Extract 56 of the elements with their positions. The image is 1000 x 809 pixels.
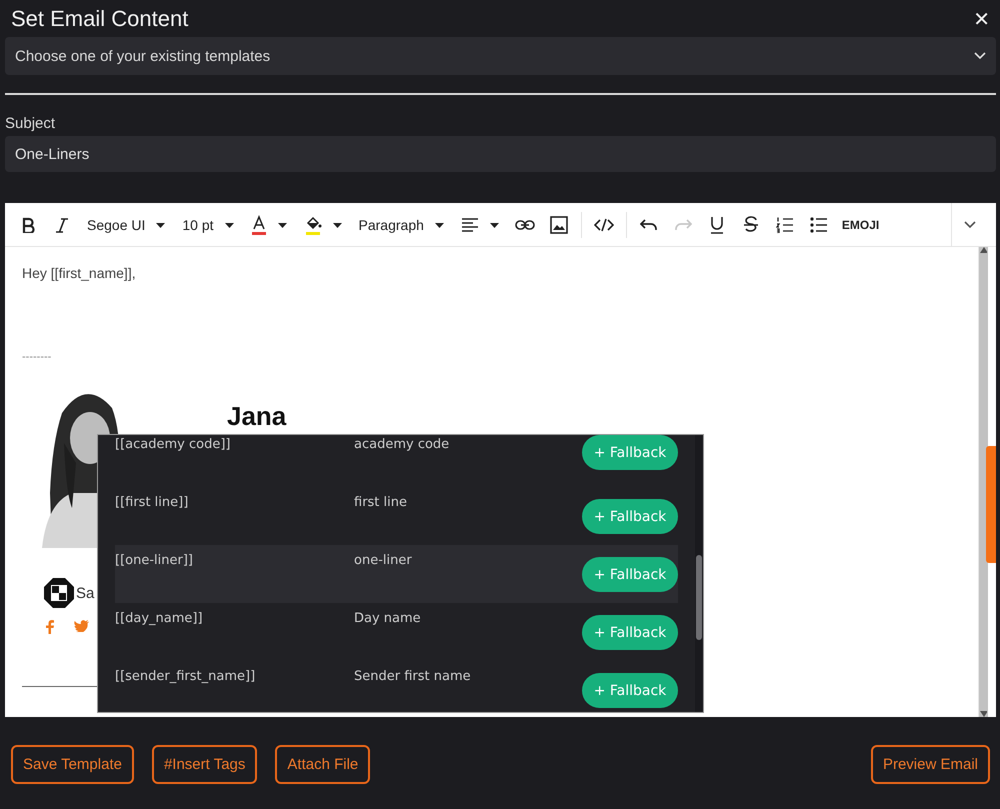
greeting-text: Hey [[first_name]], xyxy=(22,265,137,281)
italic-icon[interactable] xyxy=(55,216,69,232)
emoji-button[interactable]: EMOJI xyxy=(838,208,884,240)
arrow-up-icon[interactable] xyxy=(980,247,987,253)
block-format-select[interactable]: Paragraph xyxy=(352,208,451,240)
separator-text: -------- xyxy=(22,351,52,363)
company-name: Sa xyxy=(76,584,94,602)
signature-name: Jana xyxy=(227,401,286,433)
strikethrough-icon[interactable] xyxy=(742,216,759,234)
select-placeholder: Choose one of your existing templates xyxy=(15,48,270,64)
tag-row[interactable]: [[sender_first_name]] Sender first name + Fallback xyxy=(115,661,678,712)
link-icon[interactable] xyxy=(514,218,535,230)
code-icon[interactable] xyxy=(594,216,614,232)
redo-icon xyxy=(674,218,692,230)
bird-icon[interactable] xyxy=(74,620,89,632)
fill-color-icon[interactable] xyxy=(304,214,322,234)
tag-label: Sender first name xyxy=(354,668,472,684)
tag-label: first line xyxy=(354,494,408,510)
tag-row[interactable]: [[academy code]] academy code + Fallback xyxy=(115,435,678,487)
template-select[interactable]: Choose one of your existing templates xyxy=(5,37,996,75)
scrollbar-thumb[interactable] xyxy=(696,555,702,640)
subject-field[interactable]: One-Liners xyxy=(5,136,996,172)
chevron-down-icon[interactable] xyxy=(964,220,976,228)
field-label: Subject xyxy=(5,115,56,132)
tag-row[interactable]: [[one-liner]] one-liner + Fallback xyxy=(115,545,678,603)
tag-text: [[one-liner]] xyxy=(115,552,194,568)
footer-button[interactable]: Attach File xyxy=(275,745,370,784)
bullet-list-icon[interactable] xyxy=(810,216,828,232)
preview-button[interactable]: Preview Email xyxy=(870,745,990,784)
tag-row[interactable]: [[day_name]] Day name + Fallback xyxy=(115,603,678,661)
arrow-down-icon[interactable] xyxy=(980,711,987,717)
text-color-icon[interactable] xyxy=(250,214,267,234)
facebook-icon[interactable] xyxy=(46,620,54,634)
tag-text: [[first line]] xyxy=(115,494,190,510)
underline-icon[interactable] xyxy=(710,216,724,234)
footer-button[interactable]: #Insert Tags xyxy=(152,745,258,784)
tag-text: [[sender_first_name]] xyxy=(115,668,256,684)
chevron-down-icon xyxy=(974,52,986,60)
tag-text: [[day_name]] xyxy=(115,610,204,626)
size-select[interactable]: 10 pt xyxy=(176,208,241,240)
tag-label: one-liner xyxy=(354,552,413,568)
image-icon[interactable] xyxy=(550,216,568,234)
tag-label: academy code xyxy=(354,436,450,452)
close-button[interactable]: ✕ xyxy=(969,6,994,30)
scrollbar[interactable] xyxy=(978,247,988,717)
numbered-list-icon[interactable] xyxy=(776,216,794,232)
tag-label: Day name xyxy=(354,610,422,626)
align-left-icon[interactable] xyxy=(460,218,479,232)
font-select[interactable]: Segoe UI xyxy=(81,208,172,240)
tag-row[interactable]: [[first line]] first line + Fallback xyxy=(115,487,678,545)
undo-icon[interactable] xyxy=(640,218,658,230)
bold-icon[interactable] xyxy=(21,216,35,232)
footer-button[interactable]: Save Template xyxy=(11,745,134,784)
logo-icon xyxy=(44,578,74,608)
tag-text: [[academy code]] xyxy=(115,436,232,452)
dialog-title: Set Email Content xyxy=(10,6,188,32)
